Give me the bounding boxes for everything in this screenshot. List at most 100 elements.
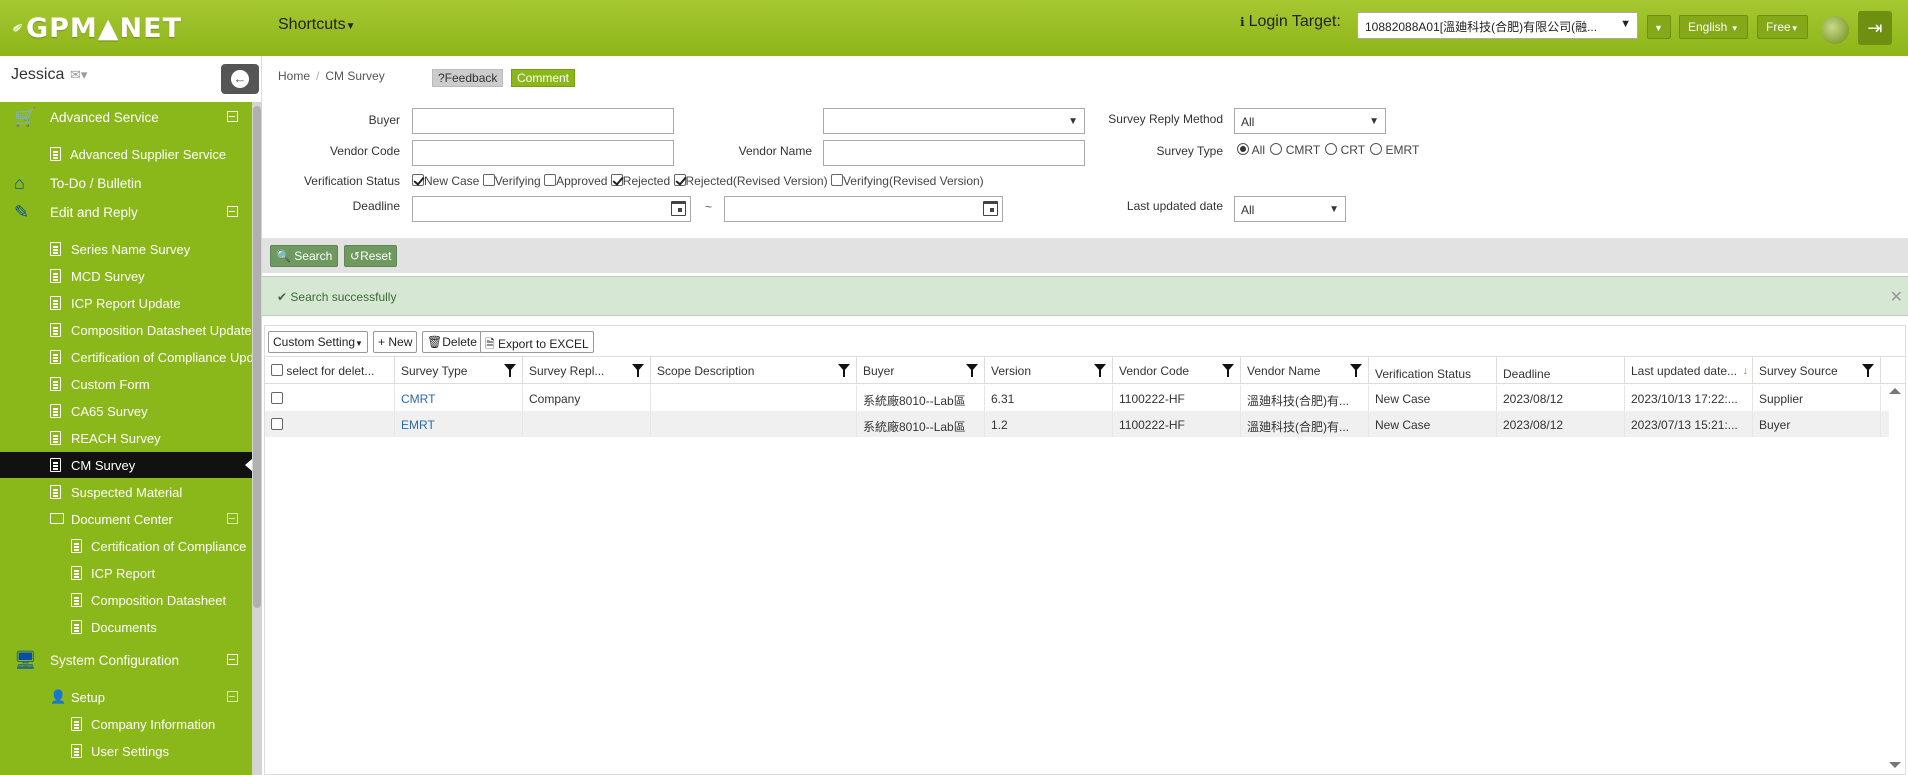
checkbox-verifying-revised[interactable] [830, 174, 843, 186]
shortcuts-menu[interactable]: Shortcuts▼ [278, 16, 356, 34]
sidebar-item-edit-and-reply[interactable]: ✎ Edit and Reply [0, 199, 252, 225]
header-scope-description[interactable]: Scope Description [651, 357, 857, 384]
scrollbar-thumb[interactable] [253, 106, 261, 608]
vendor-name-input[interactable] [823, 140, 1085, 166]
collapse-icon[interactable] [227, 691, 238, 702]
sidebar-item-certification-update[interactable]: Certification of Compliance Update [0, 344, 252, 370]
checkbox-verifying[interactable] [482, 174, 495, 186]
collapse-icon[interactable] [227, 654, 238, 665]
plan-button[interactable]: Free▼ [1757, 15, 1808, 39]
sidebar-item-advanced-service[interactable]: 🛒 Advanced Service [0, 104, 252, 130]
delete-button[interactable]: 🗑Delete [422, 331, 482, 353]
sidebar-item-setup[interactable]: 👤 Setup [0, 684, 252, 710]
deadline-end-input[interactable] [724, 196, 1003, 222]
radio-all[interactable] [1237, 143, 1249, 155]
sidebar-item-icp-report[interactable]: ICP Report [0, 560, 252, 586]
header-survey-reply[interactable]: Survey Repl... [523, 357, 651, 384]
header-buyer[interactable]: Buyer [857, 357, 985, 384]
sidebar-item-certification-of-compliance[interactable]: Certification of Compliance [0, 533, 252, 559]
sidebar-item-composition-datasheet[interactable]: Composition Datasheet [0, 587, 252, 613]
filter-icon[interactable] [632, 364, 644, 377]
feedback-button[interactable]: ?Feedback [432, 69, 504, 87]
checkbox-rejected[interactable] [610, 174, 623, 186]
filter-icon[interactable] [504, 364, 516, 377]
sidebar-item-document-center[interactable]: Document Center [0, 506, 252, 532]
filter-icon[interactable] [966, 364, 978, 377]
custom-setting-button[interactable]: Custom Setting▼ [268, 331, 368, 353]
sidebar-item-system-configuration[interactable]: 🖥 System Configuration [0, 647, 252, 673]
select-all-checkbox[interactable] [271, 364, 283, 376]
collapse-sidebar-button[interactable]: ← [221, 64, 259, 94]
header-deadline[interactable]: Deadline [1497, 357, 1625, 384]
sidebar-item-user-settings[interactable]: User Settings [0, 738, 252, 764]
sidebar-item-reach-survey[interactable]: REACH Survey [0, 425, 252, 451]
reset-button[interactable]: ↺Reset [344, 245, 398, 267]
scroll-up-icon[interactable] [1889, 388, 1901, 394]
globe-icon[interactable] [1821, 16, 1849, 44]
header-last-updated[interactable]: Last updated date... ↓ [1625, 357, 1753, 384]
user-menu[interactable]: Jessica ✉▾ [11, 66, 87, 84]
sidebar-item-custom-form[interactable]: Custom Form [0, 371, 252, 397]
breadcrumb-home[interactable]: Home [278, 69, 310, 83]
last-updated-select[interactable]: All ▼ [1234, 196, 1346, 222]
survey-type-link[interactable]: EMRT [395, 411, 523, 437]
collapse-icon[interactable] [227, 111, 238, 122]
row-checkbox[interactable] [271, 392, 283, 404]
vendor-code-input[interactable] [412, 140, 674, 166]
expand-button[interactable]: ▼ [1647, 15, 1671, 39]
sidebar-item-mcd-survey[interactable]: MCD Survey [0, 263, 252, 289]
checkbox-new-case[interactable] [412, 174, 424, 186]
buyer-input[interactable] [412, 108, 674, 134]
sidebar-item-todo-bulletin[interactable]: ⌂ To-Do / Bulletin [0, 170, 252, 196]
login-target-select[interactable]: 10882088A01[溫廸科技(合肥)有限公司(融... ▼ [1357, 12, 1638, 39]
sidebar-item-documents[interactable]: Documents [0, 614, 252, 640]
checkbox-approved[interactable] [544, 174, 557, 186]
sidebar-item-advanced-supplier-service[interactable]: Advanced Supplier Service [0, 141, 252, 167]
logout-button[interactable]: ⇥ [1858, 11, 1892, 45]
checkbox-label: Approved [556, 174, 608, 188]
sidebar-item-suspected-material[interactable]: Suspected Material [0, 479, 252, 505]
header-survey-source[interactable]: Survey Source [1753, 357, 1881, 384]
calendar-icon[interactable] [983, 201, 998, 216]
row-checkbox[interactable] [271, 418, 283, 430]
filter-icon[interactable] [1094, 364, 1106, 377]
language-button[interactable]: English ▼ [1679, 15, 1748, 39]
sidebar-item-composition-datasheet-update[interactable]: Composition Datasheet Update [0, 317, 252, 343]
filter-icon[interactable] [838, 364, 850, 377]
header-vendor-name[interactable]: Vendor Name [1241, 357, 1369, 384]
sidebar-item-ca65-survey[interactable]: CA65 Survey [0, 398, 252, 424]
sidebar-scrollbar[interactable] [252, 102, 262, 775]
collapse-icon[interactable] [227, 513, 238, 524]
sidebar-item-company-information[interactable]: Company Information [0, 711, 252, 737]
collapse-icon[interactable] [227, 206, 238, 217]
caret-down-icon: ▼ [355, 339, 363, 348]
sidebar-item-series-name-survey[interactable]: Series Name Survey [0, 236, 252, 262]
filter-icon[interactable] [1350, 364, 1362, 377]
deadline-start-input[interactable] [412, 196, 691, 222]
scroll-down-icon[interactable] [1889, 762, 1901, 768]
filter-icon[interactable] [1862, 364, 1874, 377]
header-survey-type[interactable]: Survey Type [395, 357, 523, 384]
search-button[interactable]: 🔍 Search [270, 245, 339, 267]
header-verification-status[interactable]: Verification Status [1369, 357, 1497, 384]
radio-cmrt[interactable] [1270, 143, 1283, 155]
table-row[interactable]: CMRT Company 系統廠8010--Lab區 6.31 1100222-… [265, 385, 1889, 411]
export-excel-button[interactable]: 🗎 Export to EXCEL [480, 331, 594, 353]
new-button[interactable]: + New [373, 331, 418, 353]
sidebar-item-icp-report-update[interactable]: ICP Report Update [0, 290, 252, 316]
filter-icon[interactable] [1222, 364, 1234, 377]
calendar-icon[interactable] [671, 201, 686, 216]
close-icon[interactable]: ✕ [1890, 287, 1903, 307]
radio-emrt[interactable] [1370, 143, 1383, 155]
comment-button[interactable]: Comment [511, 69, 576, 87]
header-version[interactable]: Version [985, 357, 1113, 384]
sidebar-item-cm-survey[interactable]: CM Survey [0, 452, 252, 478]
checkbox-rejected-revised[interactable] [673, 174, 686, 186]
version-select[interactable]: ▼ [823, 108, 1085, 134]
logo[interactable]: GPM▲NET [12, 8, 182, 48]
header-vendor-code[interactable]: Vendor Code [1113, 357, 1241, 384]
survey-type-link[interactable]: CMRT [395, 385, 523, 411]
radio-crt[interactable] [1325, 143, 1338, 155]
table-row[interactable]: EMRT 系統廠8010--Lab區 1.2 1100222-HF 溫廸科技(合… [265, 411, 1889, 437]
reply-method-select[interactable]: All ▼ [1234, 108, 1386, 134]
